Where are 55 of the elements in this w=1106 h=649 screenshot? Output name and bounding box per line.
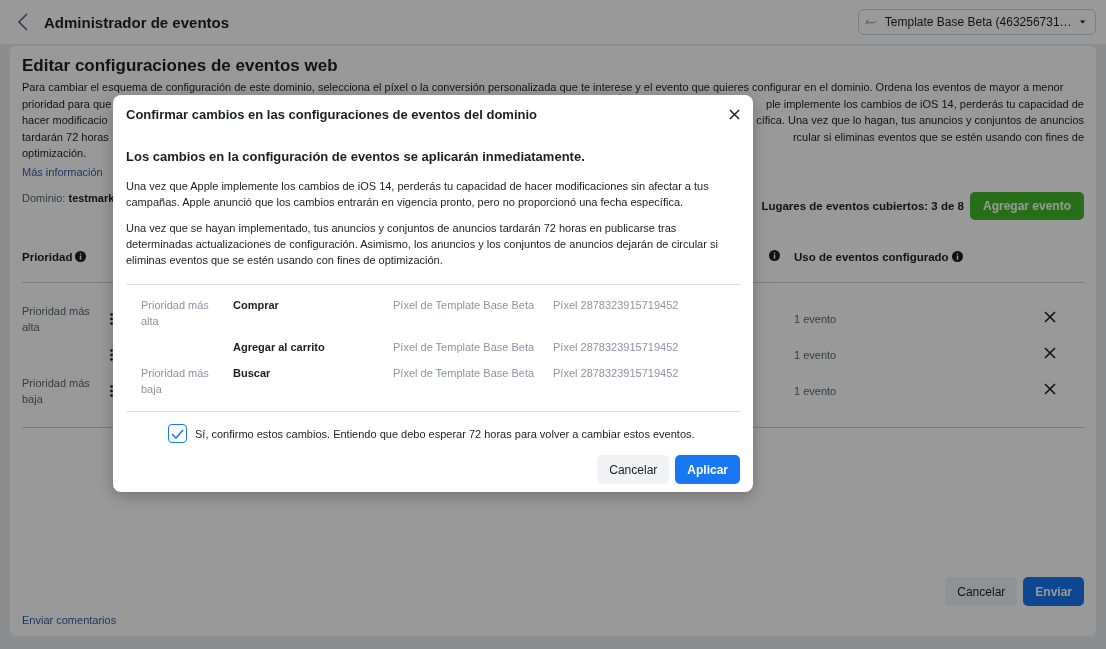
- usage-text: 1 evento: [794, 347, 838, 363]
- confirm-label: Sí, confirmo estos cambios. Entiendo que debo esperar 72 horas para volver a cambiar estos eventos.: [195, 427, 695, 440]
- description-text: tardarán 72 horas: [22, 129, 109, 145]
- description-text: rcular si eliminas eventos que se estén usando con fines de: [792, 129, 1084, 145]
- page-title: Administrador de eventos: [44, 13, 231, 31]
- dialog-paragraph: Una vez que Apple implemente los cambios de iOS 14, perderás tu capacidad de hacer modificaciones sin afectar a tus campañas. Apple anunció que los cambios entrarán en vigencia pronto, pero no proporcionó una fecha específica.: [126, 179, 710, 210]
- pixel-id: Píxel 2878323915719452: [553, 298, 680, 313]
- column-header: Prioridad: [22, 250, 73, 263]
- back-icon[interactable]: [18, 13, 28, 31]
- description-text: optimización.: [22, 146, 87, 161]
- priority-label: Prioridad más baja: [141, 366, 210, 397]
- info-icon[interactable]: [75, 251, 87, 262]
- confirm-checkbox[interactable]: [168, 424, 187, 443]
- event-name: Buscar: [233, 366, 272, 381]
- usage-text: 1 evento: [794, 383, 838, 399]
- section-title: Editar configuraciones de eventos web: [22, 56, 339, 76]
- caret-icon: [1079, 19, 1085, 25]
- dialog-title: Confirmar cambios en las configuraciones de eventos del dominio: [126, 106, 539, 122]
- pixel-name: Píxel de Template Base Beta: [393, 298, 536, 313]
- usage-text: 1 evento: [794, 311, 838, 327]
- drag-handle-icon[interactable]: [110, 384, 113, 397]
- domain-text: Dominio: testmark: [22, 191, 115, 204]
- dialog-headline: Los cambios en la configuración de eventos se aplicarán inmediatamente.: [126, 149, 586, 164]
- close-icon[interactable]: [729, 108, 740, 120]
- more-info-link[interactable]: Más información: [22, 165, 103, 178]
- cancel-button[interactable]: Cancelar: [945, 577, 1018, 606]
- event-name: Comprar: [233, 298, 280, 313]
- account-selector[interactable]: Template Base Beta (463256731…: [858, 9, 1096, 35]
- description-text: prioridad para que: [22, 96, 112, 112]
- drag-handle-icon[interactable]: [110, 348, 113, 361]
- close-icon[interactable]: [1044, 346, 1056, 359]
- priority-label: Prioridad más alta: [22, 303, 91, 335]
- description-text: Para cambiar el esquema de configuración de este dominio, selecciona el píxel o la conversión personalizada que te interese y el evento que quieres configurar en el dominio. Ordena los eventos de mayor a menor: [22, 80, 1064, 95]
- cancel-button[interactable]: Cancelar: [597, 455, 670, 484]
- feedback-link[interactable]: Enviar comentarios: [22, 614, 946, 626]
- pixel-name: Píxel de Template Base Beta: [393, 366, 536, 381]
- info-icon[interactable]: [769, 250, 780, 261]
- description-text: ple implemente los cambios de iOS 14, perderás tu capacidad de: [766, 96, 1084, 112]
- column-header: Uso de eventos configurado: [794, 250, 949, 263]
- dialog-paragraph: Una vez que se hayan implementado, tus anuncios y conjuntos de anuncios tardarán 72 horas en publicarse tras determinadas actualizaciones de configuración. Asimismo, los anuncios y los conjuntos de anuncios dejarán de circular si eliminas eventos que se estén usando con fines de optimización.: [126, 221, 719, 268]
- pixel-id: Píxel 2878323915719452: [553, 340, 680, 355]
- slots-count: Lugares de eventos cubiertos: 3 de 8: [761, 199, 964, 212]
- close-icon[interactable]: [1044, 382, 1056, 395]
- priority-label: Prioridad más alta: [141, 298, 210, 329]
- event-name: Agregar al carrito: [233, 340, 326, 355]
- apply-button[interactable]: Aplicar: [675, 455, 740, 484]
- pixel-name: Píxel de Template Base Beta: [393, 340, 536, 355]
- pixel-id: Píxel 2878323915719452: [553, 366, 680, 381]
- drag-handle-icon[interactable]: [110, 312, 113, 325]
- info-icon[interactable]: [951, 251, 963, 262]
- priority-label: Prioridad más baja: [22, 375, 91, 407]
- description-text: cífica. Una vez que lo hagan, tus anuncios y conjuntos de anuncios: [756, 113, 1084, 128]
- send-button[interactable]: Enviar: [1023, 577, 1084, 606]
- description-text: hacer modificacio: [22, 113, 108, 128]
- close-icon[interactable]: [1044, 310, 1056, 323]
